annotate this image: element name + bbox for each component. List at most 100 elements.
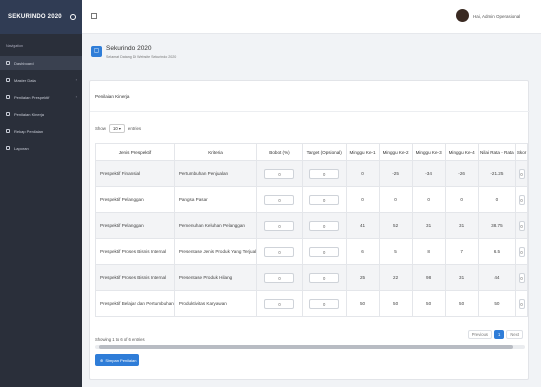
column-header[interactable]: Bobot (%) bbox=[256, 143, 303, 161]
sidebar-item-rekap-penilaian[interactable]: Rekap Penilaian bbox=[0, 124, 82, 138]
minggu-2-cell: 0 bbox=[378, 186, 413, 213]
sidebar-item-dashboard[interactable]: Dashboard bbox=[0, 56, 82, 70]
minggu-2-cell: -25 bbox=[378, 160, 413, 187]
bobot-input[interactable]: 0 bbox=[264, 194, 295, 205]
skor-input[interactable]: 0 bbox=[518, 272, 525, 283]
table-body: Prespektif Finansial Pertumbuhan Penjuala… bbox=[95, 160, 528, 317]
sidebar-item-penilaian-kinerja[interactable]: Penilaian Kinerja bbox=[0, 107, 82, 121]
jenis-cell: Prespektif Proses Bisnis Internal bbox=[95, 238, 175, 265]
avatar[interactable] bbox=[456, 9, 469, 22]
sidebar-toggle-icon[interactable] bbox=[70, 14, 76, 20]
kriteria-cell: Pertumbuhan Penjualan bbox=[173, 160, 258, 187]
skor-input[interactable]: 0 bbox=[518, 168, 525, 179]
chevron-right-icon: › bbox=[75, 94, 77, 99]
prev-page-button[interactable]: Previous bbox=[467, 330, 493, 339]
entries-select[interactable]: 10 ▾ bbox=[108, 124, 125, 133]
column-header[interactable]: Minggu Ke-2 bbox=[378, 143, 413, 161]
target-input[interactable]: 0 bbox=[309, 298, 340, 309]
table-header-row: Jenis Prespektif Kriteria Bobot (%) Target … bbox=[95, 143, 528, 161]
card-title: Penilaian Kinerja bbox=[95, 94, 130, 99]
page-title: Sekurindo 2020 bbox=[106, 45, 152, 52]
menu-icon bbox=[6, 95, 10, 99]
horizontal-scrollbar[interactable] bbox=[95, 345, 525, 349]
column-header[interactable]: Minggu Ke-1 bbox=[345, 143, 380, 161]
jenis-cell: Prespektif Belajar dan Pertumbuhan bbox=[95, 290, 175, 317]
bobot-input[interactable]: 0 bbox=[264, 298, 295, 309]
target-cell: 0 bbox=[301, 238, 347, 265]
column-header[interactable]: Target (Opsional) bbox=[301, 143, 347, 161]
bobot-input[interactable]: 0 bbox=[264, 272, 295, 283]
column-header[interactable]: Kriteria bbox=[173, 143, 258, 161]
skor-input[interactable]: 0 bbox=[518, 220, 525, 231]
show-entries: Show 10 ▾ entries bbox=[95, 124, 141, 133]
bobot-cell: 0 bbox=[256, 186, 303, 213]
user-menu-label[interactable]: Hai, Admin Operasional bbox=[473, 14, 520, 19]
rata-rata-cell: 50 bbox=[477, 290, 517, 317]
save-label: Simpan Penilaian bbox=[105, 357, 137, 363]
table-info: Showing 1 to 6 of 6 entries bbox=[95, 337, 145, 342]
minggu-2-cell: 5 bbox=[378, 238, 413, 265]
target-input[interactable]: 0 bbox=[309, 246, 340, 257]
sidebar-item-penilaian-prespektif[interactable]: Penilaian Prespektif › bbox=[0, 90, 82, 104]
next-page-button[interactable]: Next bbox=[506, 330, 523, 339]
fullscreen-icon[interactable] bbox=[91, 13, 97, 19]
column-header[interactable]: Nilai Rata - Rata bbox=[477, 143, 517, 161]
column-header[interactable]: Minggu Ke-4 bbox=[444, 143, 479, 161]
save-penilaian-button[interactable]: ⊕ Simpan Penilaian bbox=[95, 354, 139, 366]
minggu-1-cell: 6 bbox=[345, 238, 380, 265]
minggu-1-cell: 0 bbox=[345, 160, 380, 187]
table-row: Prespektif Belajar dan Pertumbuhan Produk… bbox=[95, 290, 528, 317]
bobot-cell: 0 bbox=[256, 238, 303, 265]
minggu-1-cell: 41 bbox=[345, 212, 380, 239]
table-row: Prespektif Proses Bisnis Internal Present… bbox=[95, 238, 528, 265]
column-header[interactable]: Jenis Prespektif bbox=[95, 143, 175, 161]
target-cell: 0 bbox=[301, 160, 347, 187]
skor-cell: 0 bbox=[515, 238, 528, 265]
rata-rata-cell: -21.25 bbox=[477, 160, 517, 187]
minggu-4-cell: -26 bbox=[444, 160, 479, 187]
sidebar-item-laporan[interactable]: Laporan bbox=[0, 141, 82, 155]
target-input[interactable]: 0 bbox=[309, 168, 340, 179]
target-input[interactable]: 0 bbox=[309, 272, 340, 283]
show-prefix: Show bbox=[95, 126, 106, 131]
skor-input[interactable]: 0 bbox=[518, 194, 525, 205]
divider bbox=[90, 111, 530, 112]
nav-caption: Navigation bbox=[6, 44, 23, 48]
page-1-button[interactable]: 1 bbox=[494, 330, 505, 339]
minggu-2-cell: 22 bbox=[378, 264, 413, 291]
table-row: Prespektif Proses Bisnis Internal Present… bbox=[95, 264, 528, 291]
minggu-4-cell: 0 bbox=[444, 186, 479, 213]
sidebar-item-master-data[interactable]: Master Data › bbox=[0, 73, 82, 87]
target-cell: 0 bbox=[301, 186, 347, 213]
rata-rata-cell: 44 bbox=[477, 264, 517, 291]
nav-list: Dashboard Master Data › Penilaian Prespekti… bbox=[0, 56, 82, 155]
bobot-cell: 0 bbox=[256, 160, 303, 187]
kriteria-cell: Presentase Jenis Produk Yang Terjual bbox=[173, 238, 258, 265]
table-row: Prespektif Pelanggan Pemenuhan Keluhan Pe… bbox=[95, 212, 528, 239]
menu-icon bbox=[6, 61, 10, 65]
target-input[interactable]: 0 bbox=[309, 194, 340, 205]
column-header[interactable]: Minggu Ke-3 bbox=[411, 143, 446, 161]
skor-input[interactable]: 0 bbox=[518, 298, 525, 309]
minggu-3-cell: 31 bbox=[411, 212, 446, 239]
scrollbar-thumb[interactable] bbox=[99, 345, 513, 349]
chevron-right-icon: › bbox=[75, 77, 77, 82]
kriteria-cell: Pemenuhan Keluhan Pelanggan bbox=[173, 212, 258, 239]
bobot-cell: 0 bbox=[256, 212, 303, 239]
rata-rata-cell: 6.5 bbox=[477, 238, 517, 265]
skor-cell: 0 bbox=[515, 160, 528, 187]
save-icon: ⊕ bbox=[100, 357, 104, 363]
target-input[interactable]: 0 bbox=[309, 220, 340, 231]
minggu-2-cell: 50 bbox=[378, 290, 413, 317]
minggu-3-cell: 98 bbox=[411, 264, 446, 291]
column-header[interactable]: Skor bbox=[515, 143, 528, 161]
minggu-4-cell: 7 bbox=[444, 238, 479, 265]
entries-value: 10 bbox=[112, 126, 118, 131]
target-cell: 0 bbox=[301, 264, 347, 291]
bobot-input[interactable]: 0 bbox=[264, 220, 295, 231]
skor-cell: 0 bbox=[515, 290, 528, 317]
bobot-input[interactable]: 0 bbox=[264, 246, 295, 257]
minggu-3-cell: 50 bbox=[411, 290, 446, 317]
bobot-input[interactable]: 0 bbox=[264, 168, 295, 179]
skor-input[interactable]: 0 bbox=[518, 246, 525, 257]
